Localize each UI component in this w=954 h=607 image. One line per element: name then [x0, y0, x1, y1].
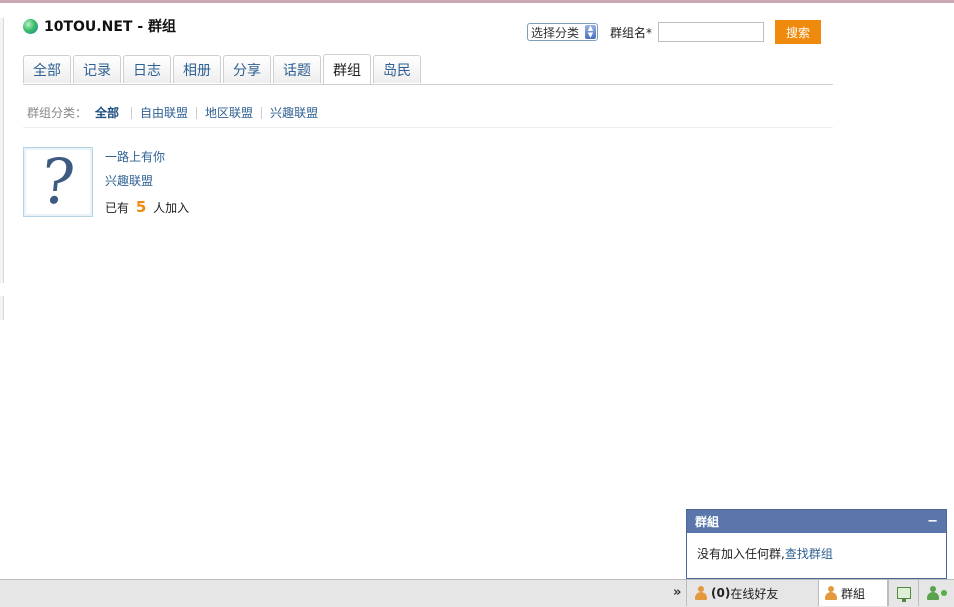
tab-blog[interactable]: 日志: [123, 55, 171, 83]
group-search: 选择分类 ▲ ▼ 群组名* 搜索: [527, 20, 822, 44]
status-button[interactable]: [918, 580, 954, 606]
groups-popup-header: 群組 −: [687, 510, 946, 533]
main-tabs: 全部 记录 日志 相册 分享 话题 群组 岛民: [23, 54, 833, 85]
groups-popup-body: 没有加入任何群,查找群组: [687, 533, 946, 574]
groups-popup-title: 群組: [695, 515, 720, 529]
category-filter-label: 群组分类：: [27, 106, 88, 120]
search-button[interactable]: 搜索: [775, 20, 822, 44]
monitor-icon: [896, 587, 911, 602]
group-name-link[interactable]: 一路上有你: [105, 149, 305, 173]
groups-popup-panel: 群組 − 没有加入任何群,查找群组: [686, 509, 947, 579]
user-icon: [695, 586, 707, 600]
tab-share[interactable]: 分享: [223, 55, 271, 83]
question-mark-icon: ?: [37, 145, 79, 218]
count-suffix: 人加入: [153, 201, 190, 215]
tab-topics[interactable]: 话题: [273, 55, 321, 83]
online-friends-button[interactable]: (0) 在线好友: [686, 580, 818, 606]
notice-button[interactable]: [888, 580, 918, 606]
globe-icon: [23, 18, 38, 34]
groups-toolbar-label: 群組: [841, 586, 866, 601]
category-region-alliance[interactable]: 地区联盟: [196, 106, 261, 119]
category-filter: 群组分类： 全部 自由联盟 地区联盟 兴趣联盟: [27, 104, 326, 121]
tab-all[interactable]: 全部: [23, 55, 71, 83]
tab-album[interactable]: 相册: [173, 55, 221, 83]
left-edge-panel-lower: [0, 296, 4, 320]
online-dot-icon: [940, 590, 947, 596]
group-thumbnail[interactable]: ?: [23, 145, 93, 218]
category-all[interactable]: 全部: [95, 107, 127, 119]
group-users-icon: [825, 586, 837, 600]
user-status-icon: [926, 586, 939, 600]
tab-records[interactable]: 记录: [73, 55, 121, 83]
left-edge-panel: [0, 18, 4, 283]
group-info: 一路上有你 兴趣联盟 已有 5 人加入: [105, 149, 305, 216]
group-name-input[interactable]: [658, 22, 765, 42]
group-name-label: 群组名*: [610, 25, 653, 40]
online-count: (0): [711, 586, 731, 600]
select-arrows-icon: ▲ ▼: [585, 25, 596, 39]
no-groups-message: 没有加入任何群,: [697, 547, 785, 561]
expand-toolbar-button[interactable]: »: [673, 585, 681, 600]
bottom-toolbar: » (0) 在线好友 群組: [0, 579, 954, 607]
category-free-alliance[interactable]: 自由联盟: [131, 106, 196, 119]
top-border: [0, 0, 954, 3]
minimize-button[interactable]: −: [927, 514, 938, 529]
group-card: ? 一路上有你 兴趣联盟 已有 5 人加入: [23, 145, 189, 218]
page-header: 10TOU.NET - 群组: [23, 15, 176, 37]
find-groups-link[interactable]: 查找群组: [785, 547, 833, 561]
tab-groups[interactable]: 群组: [323, 54, 371, 84]
divider: [23, 127, 833, 128]
page-title: 10TOU.NET - 群组: [44, 19, 177, 35]
member-count-number: 5: [135, 198, 147, 216]
category-select[interactable]: 选择分类 ▲ ▼: [527, 23, 598, 41]
tab-members[interactable]: 岛民: [373, 55, 421, 83]
category-interest-alliance[interactable]: 兴趣联盟: [261, 106, 326, 119]
online-friends-label: 在线好友: [730, 586, 779, 601]
groups-toolbar-button[interactable]: 群組: [818, 580, 888, 606]
count-prefix: 已有: [105, 201, 130, 215]
group-member-count: 已有 5 人加入: [105, 199, 305, 216]
group-category-link[interactable]: 兴趣联盟: [105, 173, 305, 199]
category-select-value: 选择分类: [531, 25, 580, 40]
